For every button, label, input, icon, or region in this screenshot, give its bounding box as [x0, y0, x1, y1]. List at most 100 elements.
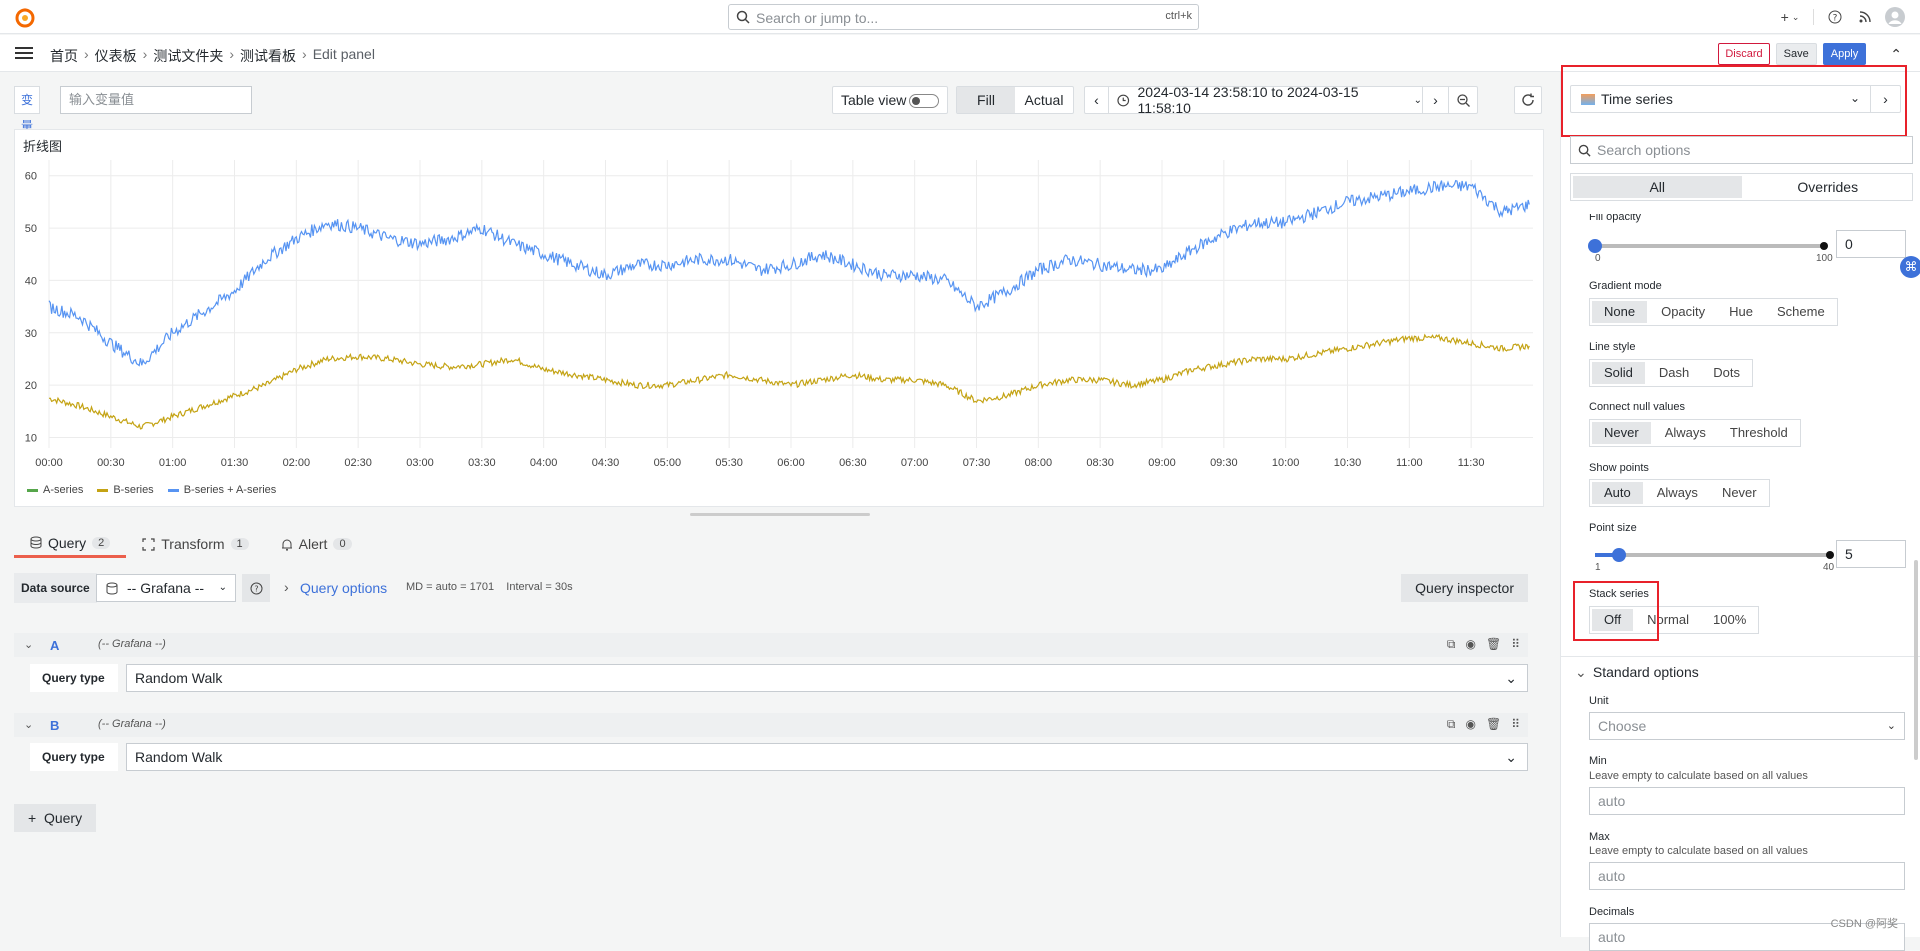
- stack-series-normal[interactable]: Normal: [1635, 607, 1701, 633]
- tab-query[interactable]: Query 2: [14, 530, 127, 558]
- grafana-logo-icon[interactable]: [14, 6, 36, 28]
- line-style-dots[interactable]: Dots: [1701, 360, 1752, 386]
- zoom-out-icon[interactable]: [1449, 87, 1477, 113]
- legend-item-a[interactable]: A-series: [27, 484, 83, 496]
- chevron-right-icon[interactable]: ›: [1870, 86, 1900, 112]
- svg-text:?: ?: [254, 584, 258, 593]
- max-input[interactable]: auto: [1589, 862, 1905, 890]
- connect-null-threshold[interactable]: Threshold: [1718, 420, 1800, 446]
- stack-series-off[interactable]: Off: [1592, 609, 1634, 631]
- gradient-hue[interactable]: Hue: [1717, 299, 1765, 325]
- x-tick-label: 09:00: [1148, 457, 1176, 469]
- query-options-link[interactable]: Query options: [300, 580, 387, 596]
- refresh-button[interactable]: [1514, 86, 1542, 114]
- point-size-slider[interactable]: [1595, 548, 1834, 562]
- tab-all[interactable]: All: [1573, 176, 1742, 198]
- scrollbar[interactable]: [1914, 560, 1918, 760]
- show-points-never[interactable]: Never: [1710, 480, 1769, 506]
- chevron-left-icon[interactable]: ‹: [1085, 87, 1109, 113]
- line-style-dash[interactable]: Dash: [1647, 360, 1701, 386]
- trash-icon[interactable]: 🗑: [1486, 717, 1501, 732]
- floating-shortcut-icon[interactable]: ⌘: [1900, 256, 1920, 278]
- query-type-select[interactable]: Random Walk ⌄: [126, 743, 1528, 771]
- y-tick-label: 10: [25, 433, 37, 445]
- fill-button[interactable]: Fill: [957, 87, 1015, 113]
- search-options-input[interactable]: Search options: [1570, 136, 1913, 164]
- show-points-auto[interactable]: Auto: [1592, 482, 1643, 504]
- fill-opacity-slider[interactable]: [1588, 239, 1828, 253]
- query-letter[interactable]: A: [50, 638, 59, 653]
- query-type-value: Random Walk: [135, 670, 223, 686]
- query-letter[interactable]: B: [50, 718, 59, 733]
- breadcrumb-home[interactable]: 首页: [50, 46, 78, 66]
- slider-thumb[interactable]: [1588, 239, 1602, 253]
- pane-resize-handle[interactable]: [690, 513, 870, 516]
- add-query-button[interactable]: + Query: [14, 804, 97, 832]
- help-icon[interactable]: ?: [242, 574, 270, 602]
- data-source-select[interactable]: -- Grafana -- ⌄: [96, 574, 236, 602]
- point-size-input[interactable]: 5: [1836, 540, 1906, 568]
- chevron-down-icon: ⌄: [1886, 720, 1896, 732]
- drag-handle-icon[interactable]: ⠿: [1511, 717, 1520, 732]
- chart-legend: A-series B-series B-series + A-series: [27, 484, 276, 496]
- time-series-chart[interactable]: 10 20 30 40 50 60 00:00 00:30 01:00 01:30 02:00 02:…: [15, 130, 1543, 480]
- query-row-header[interactable]: ⌄ A (-- Grafana --) ⧉ ◉ 🗑 ⠿: [14, 633, 1528, 657]
- eye-icon[interactable]: ◉: [1465, 637, 1475, 652]
- rss-icon[interactable]: [1850, 11, 1880, 23]
- stack-series-100[interactable]: 100%: [1701, 607, 1758, 633]
- breadcrumb-dashboard[interactable]: 测试看板: [240, 46, 296, 66]
- plus-icon[interactable]: + ⌄: [1773, 9, 1807, 25]
- x-tick-label: 04:00: [530, 457, 558, 469]
- time-range-button[interactable]: 2024-03-14 23:58:10 to 2024-03-15 11:58:…: [1109, 84, 1423, 116]
- legend-item-b[interactable]: B-series: [97, 484, 154, 496]
- eye-icon[interactable]: ◉: [1465, 717, 1475, 732]
- apply-button[interactable]: Apply: [1822, 43, 1867, 65]
- save-button[interactable]: Save: [1775, 43, 1817, 65]
- actual-button[interactable]: Actual: [1015, 87, 1073, 113]
- gradient-opacity[interactable]: Opacity: [1649, 299, 1717, 325]
- duplicate-icon[interactable]: ⧉: [1447, 637, 1456, 652]
- variable-input[interactable]: 输入变量值: [60, 86, 252, 114]
- visualization-picker[interactable]: Time series ⌄ ›: [1570, 85, 1901, 113]
- slider-thumb[interactable]: [1612, 548, 1626, 562]
- menu-icon[interactable]: [15, 46, 33, 60]
- search-input[interactable]: Search or jump to... ctrl+k: [728, 4, 1199, 30]
- x-tick-label: 04:30: [592, 457, 620, 469]
- avatar[interactable]: [1880, 7, 1910, 27]
- fill-opacity-label: Fill opacity: [1589, 214, 1641, 223]
- connect-null-never[interactable]: Never: [1592, 422, 1651, 444]
- line-style-solid[interactable]: Solid: [1592, 362, 1645, 384]
- legend-item-b-plus-a[interactable]: B-series + A-series: [167, 484, 276, 496]
- unit-select[interactable]: Choose ⌄: [1589, 712, 1905, 740]
- fill-opacity-input[interactable]: 0: [1836, 230, 1906, 258]
- trash-icon[interactable]: 🗑: [1486, 637, 1501, 652]
- toggle-switch[interactable]: [909, 94, 939, 108]
- query-row-header[interactable]: ⌄ B (-- Grafana --) ⧉ ◉ 🗑 ⠿: [14, 713, 1528, 737]
- tab-alert[interactable]: Alert 0: [265, 530, 368, 558]
- query-type-select[interactable]: Random Walk ⌄: [126, 664, 1528, 692]
- help-icon[interactable]: ?: [1820, 10, 1850, 24]
- x-tick-label: 09:30: [1210, 457, 1238, 469]
- breadcrumb-folder[interactable]: 测试文件夹: [153, 46, 223, 66]
- y-tick-label: 30: [25, 328, 37, 340]
- breadcrumb-dashboards[interactable]: 仪表板: [95, 46, 137, 66]
- show-points-group: Auto Always Never: [1589, 479, 1770, 507]
- chevron-down-icon[interactable]: ⌄: [24, 638, 33, 651]
- show-points-always[interactable]: Always: [1645, 480, 1710, 506]
- drag-handle-icon[interactable]: ⠿: [1511, 637, 1520, 652]
- gradient-scheme[interactable]: Scheme: [1765, 299, 1837, 325]
- duplicate-icon[interactable]: ⧉: [1447, 717, 1456, 732]
- tab-overrides[interactable]: Overrides: [1744, 174, 1913, 200]
- query-inspector-button[interactable]: Query inspector: [1401, 574, 1528, 602]
- discard-button[interactable]: Discard: [1718, 43, 1770, 65]
- min-input[interactable]: auto: [1589, 787, 1905, 815]
- tab-transform[interactable]: Transform 1: [126, 530, 264, 558]
- standard-options-header[interactable]: ⌄ Standard options: [1575, 664, 1699, 681]
- connect-null-always[interactable]: Always: [1653, 420, 1718, 446]
- y-tick-label: 20: [25, 380, 37, 392]
- gradient-none[interactable]: None: [1592, 301, 1648, 323]
- chevron-up-icon[interactable]: ⌃: [1890, 46, 1902, 63]
- chevron-right-icon[interactable]: ›: [1423, 87, 1449, 113]
- table-view-toggle[interactable]: Table view: [832, 86, 948, 114]
- chevron-down-icon[interactable]: ⌄: [24, 718, 33, 731]
